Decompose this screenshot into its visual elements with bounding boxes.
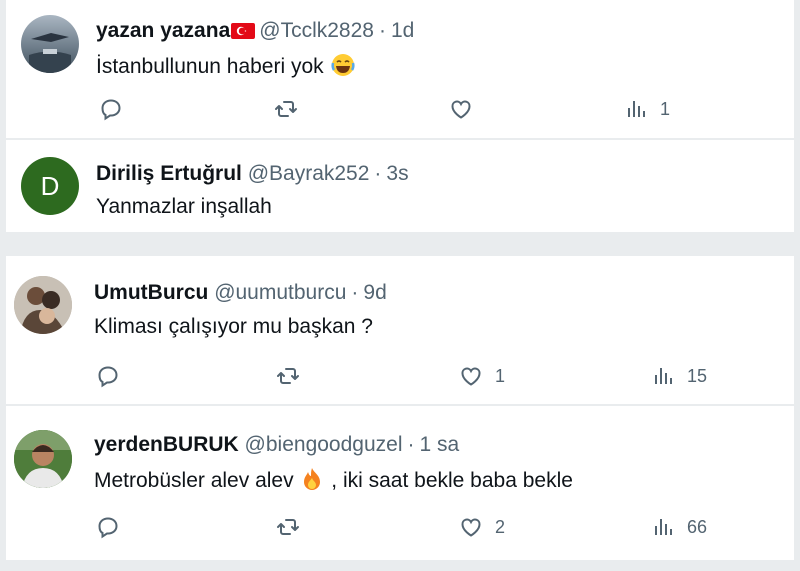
user-name[interactable]: Diriliş Ertuğrul bbox=[96, 162, 242, 185]
avatar-image bbox=[29, 33, 71, 73]
tweet-card[interactable]: D Diriliş Ertuğrul @Bayrak252 · 3s Yanmazl… bbox=[6, 140, 794, 232]
reply-button[interactable] bbox=[96, 512, 132, 542]
avatar[interactable] bbox=[14, 430, 72, 488]
avatar-image bbox=[14, 276, 72, 334]
separator: · bbox=[378, 19, 386, 42]
tweet-text-part1: Metrobüsler alev alev bbox=[94, 469, 294, 492]
tweet-text: İstanbullunun haberi yok bbox=[96, 55, 324, 78]
timestamp[interactable]: 1 sa bbox=[420, 433, 460, 456]
avatar[interactable] bbox=[21, 15, 79, 73]
separator: · bbox=[351, 281, 359, 304]
tweet-text-wrap: İstanbullunun haberi yok bbox=[96, 52, 356, 80]
reply-icon bbox=[99, 97, 123, 121]
views-button[interactable]: 1 bbox=[624, 94, 670, 124]
avatar[interactable]: D bbox=[21, 157, 79, 215]
like-button[interactable] bbox=[449, 94, 485, 124]
retweet-button[interactable] bbox=[276, 361, 312, 391]
separator: · bbox=[407, 433, 415, 456]
user-name[interactable]: yerdenBURUK bbox=[94, 433, 239, 456]
reply-icon bbox=[96, 364, 120, 388]
tweet-card[interactable]: yerdenBURUK @biengoodguzel · 1 sa Metrobüs… bbox=[6, 406, 794, 560]
like-count: 2 bbox=[495, 516, 506, 537]
views-count: 66 bbox=[687, 516, 708, 537]
action-bar: 2 66 bbox=[6, 512, 794, 542]
like-icon bbox=[459, 364, 483, 388]
user-name[interactable]: UmutBurcu bbox=[94, 281, 208, 304]
reply-button[interactable] bbox=[96, 361, 132, 391]
views-count: 15 bbox=[687, 365, 708, 386]
user-handle[interactable]: @Tcclk2828 bbox=[259, 19, 374, 42]
separator: · bbox=[374, 162, 382, 185]
like-icon bbox=[449, 97, 473, 121]
views-count: 1 bbox=[660, 98, 671, 119]
tweet-text-part2: , iki saat bekle baba bekle bbox=[325, 469, 573, 492]
timestamp[interactable]: 9d bbox=[363, 281, 386, 304]
tweet-text: Kliması çalışıyor mu başkan ? bbox=[94, 315, 373, 338]
user-handle[interactable]: @biengoodguzel bbox=[245, 433, 403, 456]
tweet-card[interactable]: UmutBurcu @uumutburcu · 9d Kliması çalışıy… bbox=[6, 256, 794, 404]
avatar[interactable] bbox=[14, 276, 72, 334]
reply-icon bbox=[96, 515, 120, 539]
like-button[interactable]: 1 bbox=[459, 361, 505, 391]
retweet-icon bbox=[276, 515, 300, 539]
tweet-header: yerdenBURUK @biengoodguzel · 1 sa bbox=[94, 432, 459, 458]
flag-turkey-icon bbox=[231, 23, 256, 39]
retweet-icon bbox=[274, 97, 298, 121]
like-count: 1 bbox=[495, 365, 506, 386]
tweet-card[interactable]: yazan yazana @Tcclk2828 · 1d İstanbullunun … bbox=[6, 0, 794, 138]
avatar-image bbox=[14, 430, 72, 488]
views-icon bbox=[624, 97, 648, 121]
fire-emoji-icon bbox=[299, 466, 325, 492]
user-name[interactable]: yazan yazana bbox=[96, 19, 230, 42]
laughing-emoji-icon bbox=[330, 52, 356, 78]
views-button[interactable]: 66 bbox=[651, 512, 707, 542]
timestamp[interactable]: 1d bbox=[391, 19, 414, 42]
user-handle[interactable]: @Bayrak252 bbox=[248, 162, 370, 185]
tweet-header: Diriliş Ertuğrul @Bayrak252 · 3s bbox=[96, 161, 409, 187]
views-icon bbox=[651, 364, 675, 388]
retweet-button[interactable] bbox=[276, 512, 312, 542]
retweet-icon bbox=[276, 364, 300, 388]
tweet-header: UmutBurcu @uumutburcu · 9d bbox=[94, 280, 387, 306]
user-handle[interactable]: @uumutburcu bbox=[214, 281, 346, 304]
views-icon bbox=[651, 515, 675, 539]
retweet-button[interactable] bbox=[274, 94, 310, 124]
like-icon bbox=[459, 515, 483, 539]
tweet-text: Yanmazlar inşallah bbox=[96, 195, 272, 218]
views-button[interactable]: 15 bbox=[651, 361, 707, 391]
timestamp[interactable]: 3s bbox=[386, 162, 408, 185]
action-bar: 1 15 bbox=[6, 361, 794, 391]
reply-button[interactable] bbox=[99, 94, 135, 124]
like-button[interactable]: 2 bbox=[459, 512, 505, 542]
tweet-text-wrap: Metrobüsler alev alev , iki saat bekle b… bbox=[94, 466, 573, 494]
action-bar: 1 bbox=[6, 94, 794, 124]
avatar-letter: D bbox=[40, 170, 60, 201]
tweet-header: yazan yazana @Tcclk2828 · 1d bbox=[96, 18, 414, 44]
